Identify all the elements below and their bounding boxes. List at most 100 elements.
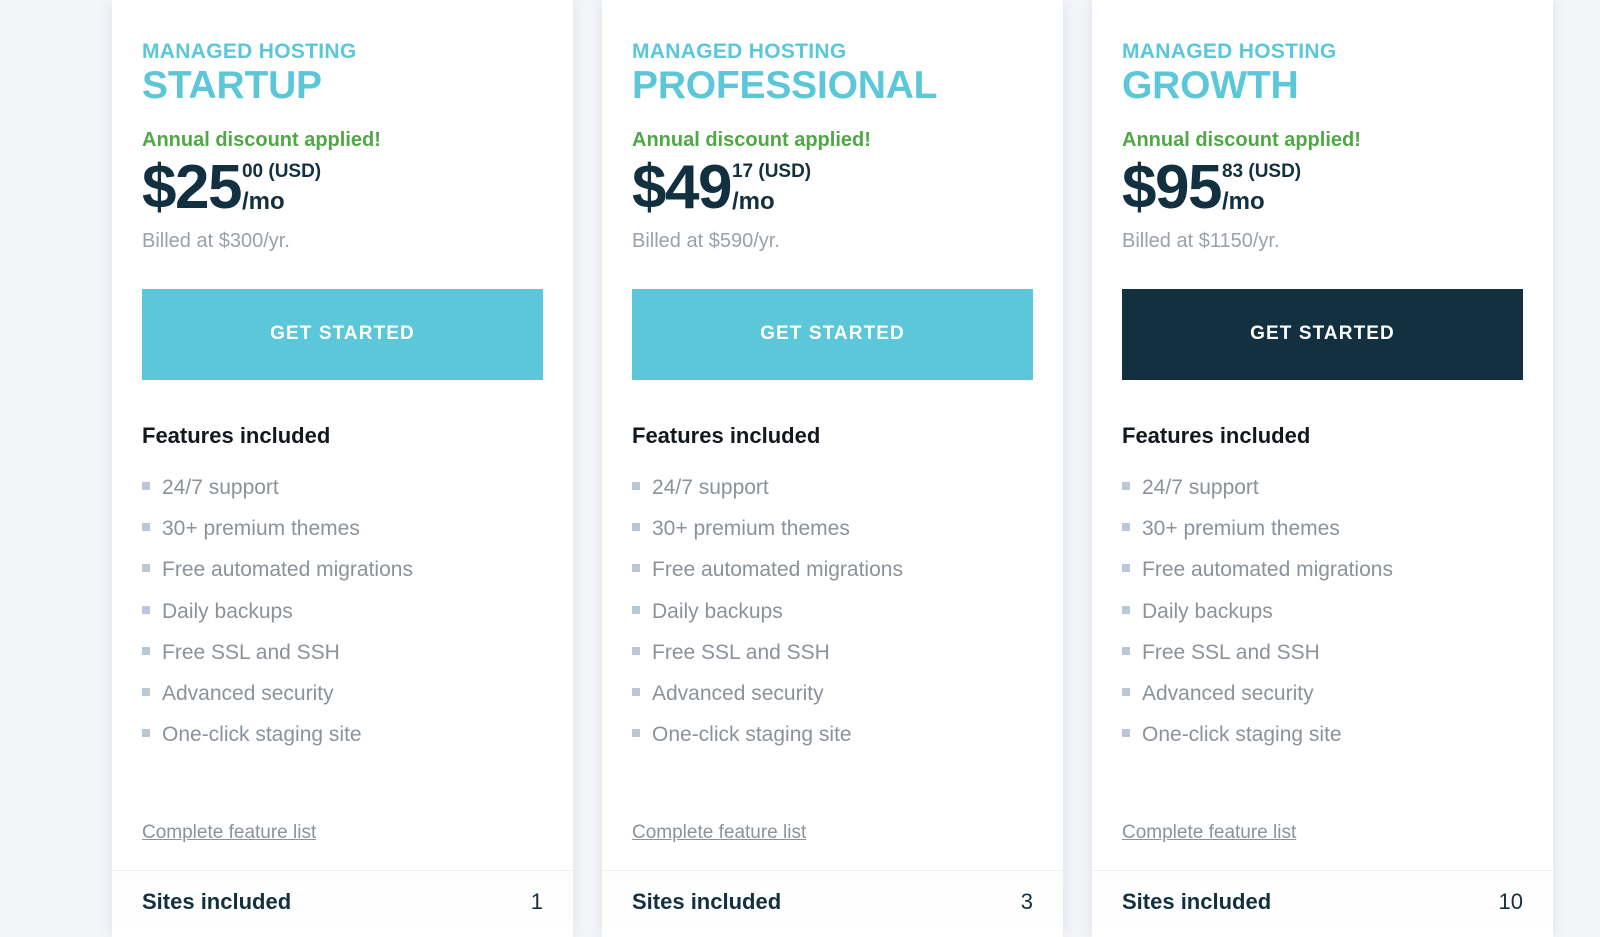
- sites-included-row: Sites included 1: [112, 870, 573, 937]
- price-block: $95 83 (USD) /mo: [1122, 156, 1523, 219]
- square-bullet-icon: [632, 605, 640, 614]
- complete-feature-list-link[interactable]: Complete feature list: [142, 822, 316, 844]
- complete-feature-list-link[interactable]: Complete feature list: [632, 822, 806, 844]
- square-bullet-icon: [1122, 523, 1130, 532]
- feature-item-label: 30+ premium themes: [162, 517, 360, 541]
- square-bullet-icon: [142, 729, 150, 738]
- feature-item-label: Daily backups: [652, 599, 783, 623]
- feature-item: 24/7 support: [632, 467, 1033, 508]
- square-bullet-icon: [632, 564, 640, 573]
- plan-name: PROFESSIONAL: [632, 63, 938, 107]
- features-list: 24/7 support 30+ premium themes Free autom…: [632, 467, 1033, 755]
- feature-item: Advanced security: [1122, 673, 1523, 714]
- plan-card-footer: Complete feature list Sites included 10: [1092, 822, 1553, 937]
- features-included-heading: Features included: [1122, 422, 1311, 448]
- feature-item-label: One-click staging site: [1142, 723, 1342, 747]
- feature-item-label: 30+ premium themes: [1142, 517, 1340, 541]
- price-amount: $95: [1122, 153, 1222, 223]
- feature-item: Free SSL and SSH: [632, 632, 1033, 673]
- feature-item: Free automated migrations: [142, 549, 543, 590]
- price-block: $49 17 (USD) /mo: [632, 156, 1033, 219]
- feature-item-label: Free SSL and SSH: [162, 640, 340, 664]
- square-bullet-icon: [142, 605, 150, 614]
- sites-included-value: 10: [1498, 889, 1523, 914]
- price-amount: $25: [142, 153, 242, 223]
- feature-item: 30+ premium themes: [1122, 508, 1523, 549]
- feature-item-label: Advanced security: [652, 681, 824, 705]
- feature-item: Daily backups: [142, 591, 543, 632]
- feature-item-label: Daily backups: [162, 599, 293, 623]
- square-bullet-icon: [632, 687, 640, 696]
- feature-item-label: Free automated migrations: [652, 558, 903, 582]
- pricing-plan-card-startup: MANAGED HOSTING STARTUP Annual discount …: [112, 0, 573, 937]
- pricing-plans-row: MANAGED HOSTING STARTUP Annual discount …: [0, 0, 1600, 937]
- feature-item: Free SSL and SSH: [1122, 632, 1523, 673]
- feature-item: One-click staging site: [1122, 714, 1523, 755]
- square-bullet-icon: [1122, 646, 1130, 655]
- square-bullet-icon: [142, 564, 150, 573]
- plan-card-footer: Complete feature list Sites included 3: [602, 822, 1063, 937]
- price-amount: $49: [632, 153, 732, 223]
- plan-card-body: MANAGED HOSTING PROFESSIONAL Annual disc…: [602, 0, 1063, 822]
- price-block: $25 00 (USD) /mo: [142, 156, 543, 219]
- feature-item: Daily backups: [632, 591, 1033, 632]
- square-bullet-icon: [142, 523, 150, 532]
- feature-item: Daily backups: [1122, 591, 1523, 632]
- sites-included-row: Sites included 10: [1092, 870, 1553, 937]
- plan-name: GROWTH: [1122, 63, 1299, 107]
- features-included-heading: Features included: [632, 422, 821, 448]
- feature-item-label: Free SSL and SSH: [1142, 640, 1320, 664]
- square-bullet-icon: [1122, 605, 1130, 614]
- sites-included-value: 3: [1020, 889, 1033, 914]
- feature-item: 30+ premium themes: [142, 508, 543, 549]
- complete-feature-list-link[interactable]: Complete feature list: [1122, 822, 1296, 844]
- sites-included-row: Sites included 3: [602, 870, 1063, 937]
- price-cents-currency: 83 (USD): [1221, 161, 1302, 183]
- pricing-plan-card-professional: MANAGED HOSTING PROFESSIONAL Annual disc…: [602, 0, 1063, 937]
- feature-item-label: One-click staging site: [162, 723, 362, 747]
- sites-included-label: Sites included: [1122, 889, 1272, 914]
- price-side-group: 00 (USD) /mo: [241, 156, 322, 215]
- feature-item: 24/7 support: [1122, 467, 1523, 508]
- square-bullet-icon: [142, 646, 150, 655]
- feature-item: 24/7 support: [142, 467, 543, 508]
- feature-item-label: Free automated migrations: [162, 558, 413, 582]
- features-list: 24/7 support 30+ premium themes Free autom…: [142, 467, 543, 755]
- annual-discount-note: Annual discount applied!: [142, 129, 381, 152]
- get-started-button[interactable]: GET STARTED: [142, 288, 543, 380]
- feature-item: Advanced security: [632, 673, 1033, 714]
- price-period: /mo: [731, 188, 775, 216]
- feature-item: 30+ premium themes: [632, 508, 1033, 549]
- features-list: 24/7 support 30+ premium themes Free autom…: [1122, 467, 1523, 755]
- feature-item-label: 24/7 support: [162, 476, 279, 500]
- feature-item-label: 30+ premium themes: [652, 517, 850, 541]
- price-period: /mo: [1221, 188, 1265, 216]
- square-bullet-icon: [1122, 564, 1130, 573]
- price-side-group: 17 (USD) /mo: [731, 156, 812, 216]
- sites-included-value: 1: [530, 889, 543, 914]
- feature-item-label: Advanced security: [162, 681, 334, 705]
- square-bullet-icon: [1122, 729, 1130, 738]
- feature-item-label: Free SSL and SSH: [652, 640, 830, 664]
- feature-item: Advanced security: [142, 673, 543, 714]
- get-started-button[interactable]: GET STARTED: [1122, 288, 1523, 380]
- feature-item-label: 24/7 support: [1142, 476, 1259, 500]
- get-started-button[interactable]: GET STARTED: [632, 288, 1033, 380]
- feature-item-label: 24/7 support: [652, 476, 769, 500]
- feature-item-label: Free automated migrations: [1142, 558, 1393, 582]
- billed-annually-note: Billed at $1150/yr.: [1122, 229, 1280, 252]
- square-bullet-icon: [1122, 687, 1130, 696]
- feature-item-label: Advanced security: [1142, 681, 1314, 705]
- plan-card-body: MANAGED HOSTING GROWTH Annual discount a…: [1092, 0, 1553, 822]
- billed-annually-note: Billed at $300/yr.: [142, 229, 290, 252]
- square-bullet-icon: [632, 482, 640, 491]
- feature-item-label: Daily backups: [1142, 599, 1273, 623]
- feature-item: One-click staging site: [632, 714, 1033, 755]
- feature-item-label: One-click staging site: [652, 723, 852, 747]
- features-included-heading: Features included: [142, 422, 331, 448]
- price-cents-currency: 17 (USD): [731, 161, 812, 183]
- price-cents-currency: 00 (USD): [241, 161, 322, 183]
- plan-card-body: MANAGED HOSTING STARTUP Annual discount …: [112, 0, 573, 822]
- plan-category-label: MANAGED HOSTING: [632, 40, 847, 63]
- annual-discount-note: Annual discount applied!: [1122, 129, 1361, 152]
